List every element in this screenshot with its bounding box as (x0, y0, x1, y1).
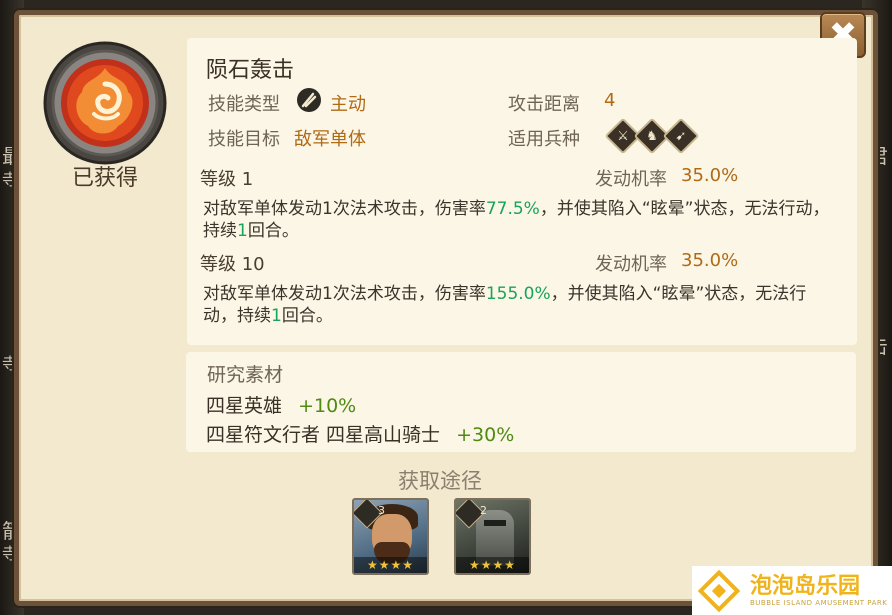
meteor-skill-icon (43, 41, 167, 165)
obtained-status: 已获得 (71, 166, 138, 191)
site-watermark: 泡泡岛乐园 BUBBLE ISLAND AMUSEMENT PARK (692, 566, 892, 615)
acquisition-route-title: 获取途径 (398, 469, 482, 493)
troop-types-label: 适用兵种 (508, 129, 580, 150)
duration-turns: 1 (237, 221, 248, 241)
duration-turns: 1 (271, 306, 282, 326)
level-label: 等级 1 (200, 169, 254, 190)
description-text: 回合。 (247, 221, 299, 241)
trigger-chance-label: 发动机率 (595, 169, 667, 190)
hero-level-badge: 2 (480, 504, 487, 517)
damage-rate: 155.0% (485, 284, 551, 304)
hero-level-badge: 3 (378, 504, 385, 517)
skill-target-label: 技能目标 (208, 129, 280, 150)
skill-type-value: 主动 (330, 94, 366, 115)
material-line: 四星英雄 +10% (206, 391, 356, 418)
materials-title: 研究素材 (207, 364, 284, 386)
level-description: 对敌军单体发动1次法术攻击，伤害率155.0%，并使其陷入“眩晕”状态，无法行动… (203, 283, 833, 327)
skill-type-label: 技能类型 (208, 94, 280, 115)
damage-rate: 77.5% (485, 199, 540, 219)
material-text: 四星符文行者 四星高山骑士 (206, 424, 441, 446)
knight-visor (484, 520, 506, 526)
bearded-hero-portrait[interactable]: 3 ★★★★ (352, 498, 429, 575)
watermark-logo-icon (697, 569, 741, 612)
skill-target-value: 敌军单体 (294, 129, 366, 150)
watermark-title: 泡泡岛乐园 (750, 573, 861, 599)
watermark-subtitle: BUBBLE ISLAND AMUSEMENT PARK (750, 598, 888, 607)
material-bonus: +30% (456, 424, 515, 446)
armored-knight-portrait[interactable]: 2 ★★★★ (454, 498, 531, 575)
skill-name: 陨石轰击 (206, 58, 295, 83)
attack-range-label: 攻击距离 (508, 94, 580, 115)
description-text: 回合。 (281, 306, 333, 326)
material-bonus: +10% (298, 395, 357, 417)
material-text: 四星英雄 (206, 395, 283, 417)
hero-stars: ★★★★ (456, 557, 529, 573)
hero-stars: ★★★★ (354, 557, 427, 573)
level-label: 等级 10 (200, 254, 265, 275)
material-line: 四星符文行者 四星高山骑士 +30% (206, 420, 514, 447)
description-text: 对敌军单体发动1次法术攻击，伤害率 (203, 199, 486, 219)
attack-range-value: 4 (604, 90, 616, 111)
trigger-chance-label: 发动机率 (595, 254, 667, 275)
active-skill-icon (297, 88, 321, 112)
trigger-chance-value: 35.0% (681, 165, 739, 186)
trigger-chance-value: 35.0% (681, 250, 739, 271)
description-text: 对敌军单体发动1次法术攻击，伤害率 (203, 284, 486, 304)
level-description: 对敌军单体发动1次法术攻击，伤害率77.5%，并使其陷入“眩晕”状态，无法行动，… (203, 198, 833, 242)
